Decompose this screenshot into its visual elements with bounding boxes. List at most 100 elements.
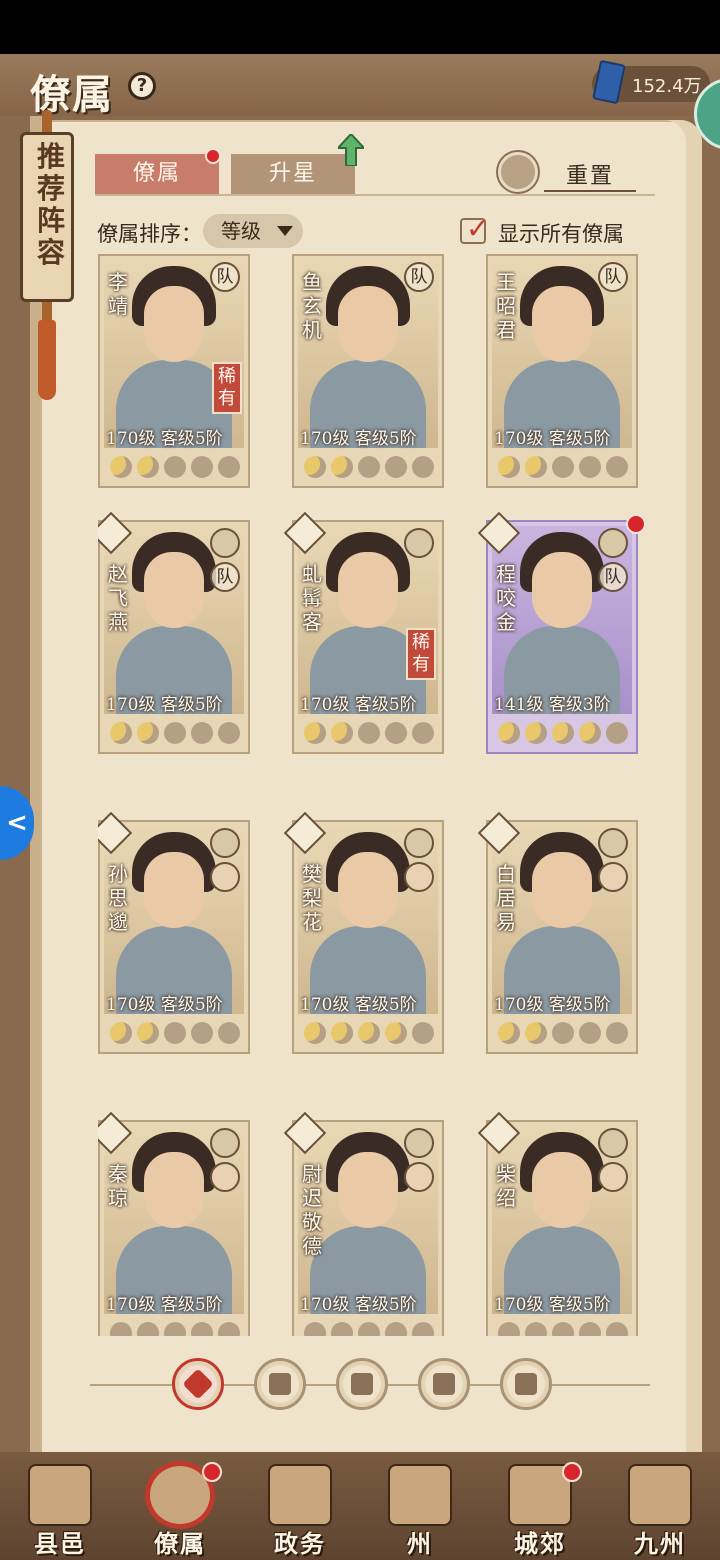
star-rating: [300, 1022, 440, 1048]
tab-star-up[interactable]: 升星: [231, 154, 355, 194]
partner-avatar-icon: [404, 1162, 434, 1192]
moon-star-icon: [137, 1322, 159, 1336]
reset-button[interactable]: 重置: [544, 158, 636, 192]
nav-label: 城郊: [514, 1529, 566, 1558]
app-screen: 僚属 ? 152.4万 推荐阵容 < 僚属 升星 重置 僚属排序： 等级 ✓ 显…: [0, 54, 720, 1560]
partner-avatar-icon: [598, 862, 628, 892]
character-name: 王昭君: [496, 270, 516, 342]
moon-star-icon: [525, 722, 547, 744]
star-rating: [494, 456, 634, 482]
character-level: 170级 客级5阶: [494, 995, 611, 1015]
nav-label: 九州: [634, 1529, 686, 1558]
tab-red-dot: [205, 148, 221, 164]
skill-icon: [210, 528, 240, 558]
reset-icon[interactable]: [498, 152, 538, 192]
show-all-label: 显示所有僚属: [498, 222, 624, 246]
moon-star-icon: [525, 1022, 547, 1044]
moon-star-icon: [331, 1022, 353, 1044]
subordinate-card[interactable]: 王昭君 队 170级 客级5阶: [486, 254, 638, 488]
star-rating: [300, 1322, 440, 1336]
status-bar: [0, 0, 720, 54]
nav-subordinates[interactable]: 僚属: [130, 1462, 230, 1558]
portrait-face: [338, 1152, 398, 1228]
sort-dropdown[interactable]: 等级: [203, 214, 303, 248]
subordinate-card[interactable]: 尉迟敬德 170级 客级5阶: [283, 1111, 444, 1336]
moon-star-icon: [358, 456, 380, 478]
rare-tag: 稀有: [212, 362, 242, 414]
moon-star-icon: [552, 722, 574, 744]
nav-prefecture[interactable]: 州: [370, 1462, 470, 1558]
subordinate-card[interactable]: 鱼玄机 队 170级 客级5阶: [292, 254, 444, 488]
banner-body: 推荐阵容: [20, 132, 74, 302]
subordinate-card[interactable]: 虬髯客 稀有 170级 客级5阶: [283, 511, 444, 754]
nav-county[interactable]: 县邑: [10, 1462, 110, 1558]
moon-star-icon: [304, 1322, 326, 1336]
moon-star-icon: [110, 722, 132, 744]
team-badge: 队: [210, 262, 240, 292]
nav-label: 县邑: [34, 1529, 86, 1558]
moon-star-icon: [552, 456, 574, 478]
star-rating: [106, 1022, 246, 1048]
notification-dot: [562, 1462, 582, 1482]
currency-value: 152.4万: [632, 76, 702, 97]
fan-icon: [433, 1373, 455, 1395]
nav-suburb[interactable]: 城郊: [490, 1462, 590, 1558]
currency-display[interactable]: 152.4万: [592, 59, 710, 105]
banner-text: 推荐阵容: [36, 140, 65, 269]
star-rating: [106, 722, 246, 748]
sort-selected-value: 等级: [221, 219, 261, 243]
moon-star-icon: [498, 1022, 520, 1044]
star-rating: [494, 722, 634, 748]
star-rating: [494, 1322, 634, 1336]
filter-cat-button[interactable]: [336, 1358, 388, 1410]
subordinate-card[interactable]: 孙思邈 170级 客级5阶: [98, 811, 250, 1054]
character-level: 170级 客级5阶: [106, 695, 223, 715]
portrait-face: [338, 852, 398, 928]
nav-affairs[interactable]: 政务: [250, 1462, 350, 1558]
character-name: 白居易: [496, 862, 516, 934]
subordinate-card[interactable]: 程咬金 队 141级 客级3阶: [477, 511, 646, 754]
recommend-lineup-banner[interactable]: 推荐阵容: [18, 110, 76, 400]
tab-subordinates[interactable]: 僚属: [95, 154, 219, 194]
nav-nine-provinces[interactable]: 九州: [610, 1462, 710, 1558]
show-all-checkbox[interactable]: ✓: [460, 212, 489, 245]
filter-horse-button[interactable]: [500, 1358, 552, 1410]
moon-star-icon: [304, 722, 326, 744]
character-level: 141级 客级3阶: [494, 695, 611, 715]
moon-star-icon: [412, 456, 434, 478]
character-name: 虬髯客: [302, 562, 322, 634]
subordinate-card[interactable]: 李靖 队稀有 170级 客级5阶: [98, 254, 250, 488]
moon-star-icon: [358, 1022, 380, 1044]
moon-star-icon: [606, 1322, 628, 1336]
character-name: 程咬金: [496, 562, 516, 634]
filter-crown-button[interactable]: [254, 1358, 306, 1410]
subordinate-card[interactable]: 柴绍 170级 客级5阶: [477, 1111, 638, 1336]
character-name: 柴绍: [496, 1162, 516, 1210]
side-float-icon[interactable]: <: [0, 786, 34, 860]
horse-icon: [515, 1373, 537, 1395]
nav-label: 僚属: [154, 1529, 206, 1558]
subordinate-card[interactable]: 白居易 170级 客级5阶: [477, 811, 638, 1054]
filter-fan-button[interactable]: [418, 1358, 470, 1410]
subordinate-card[interactable]: 赵飞燕 队 170级 客级5阶: [98, 511, 250, 754]
moon-star-icon: [385, 722, 407, 744]
portrait-face: [338, 552, 398, 628]
character-level: 170级 客级5阶: [300, 1295, 417, 1315]
moon-star-icon: [137, 722, 159, 744]
notification-dot: [626, 514, 646, 534]
character-level: 170级 客级5阶: [300, 695, 417, 715]
moon-star-icon: [191, 1322, 213, 1336]
character-name: 孙思邈: [108, 862, 128, 934]
subordinate-card[interactable]: 秦琼 170级 客级5阶: [98, 1111, 250, 1336]
character-name: 赵飞燕: [108, 562, 128, 634]
character-level: 170级 客级5阶: [300, 995, 417, 1015]
moon-star-icon: [412, 1022, 434, 1044]
nav-label: 政务: [274, 1529, 326, 1558]
subordinate-card[interactable]: 樊梨花 170级 客级5阶: [283, 811, 444, 1054]
filter-all-diamond-button[interactable]: [172, 1358, 224, 1410]
help-icon[interactable]: ?: [128, 72, 156, 100]
skill-icon: [404, 828, 434, 858]
moon-star-icon: [498, 1322, 520, 1336]
character-name: 鱼玄机: [302, 270, 322, 342]
moon-star-icon: [579, 722, 601, 744]
